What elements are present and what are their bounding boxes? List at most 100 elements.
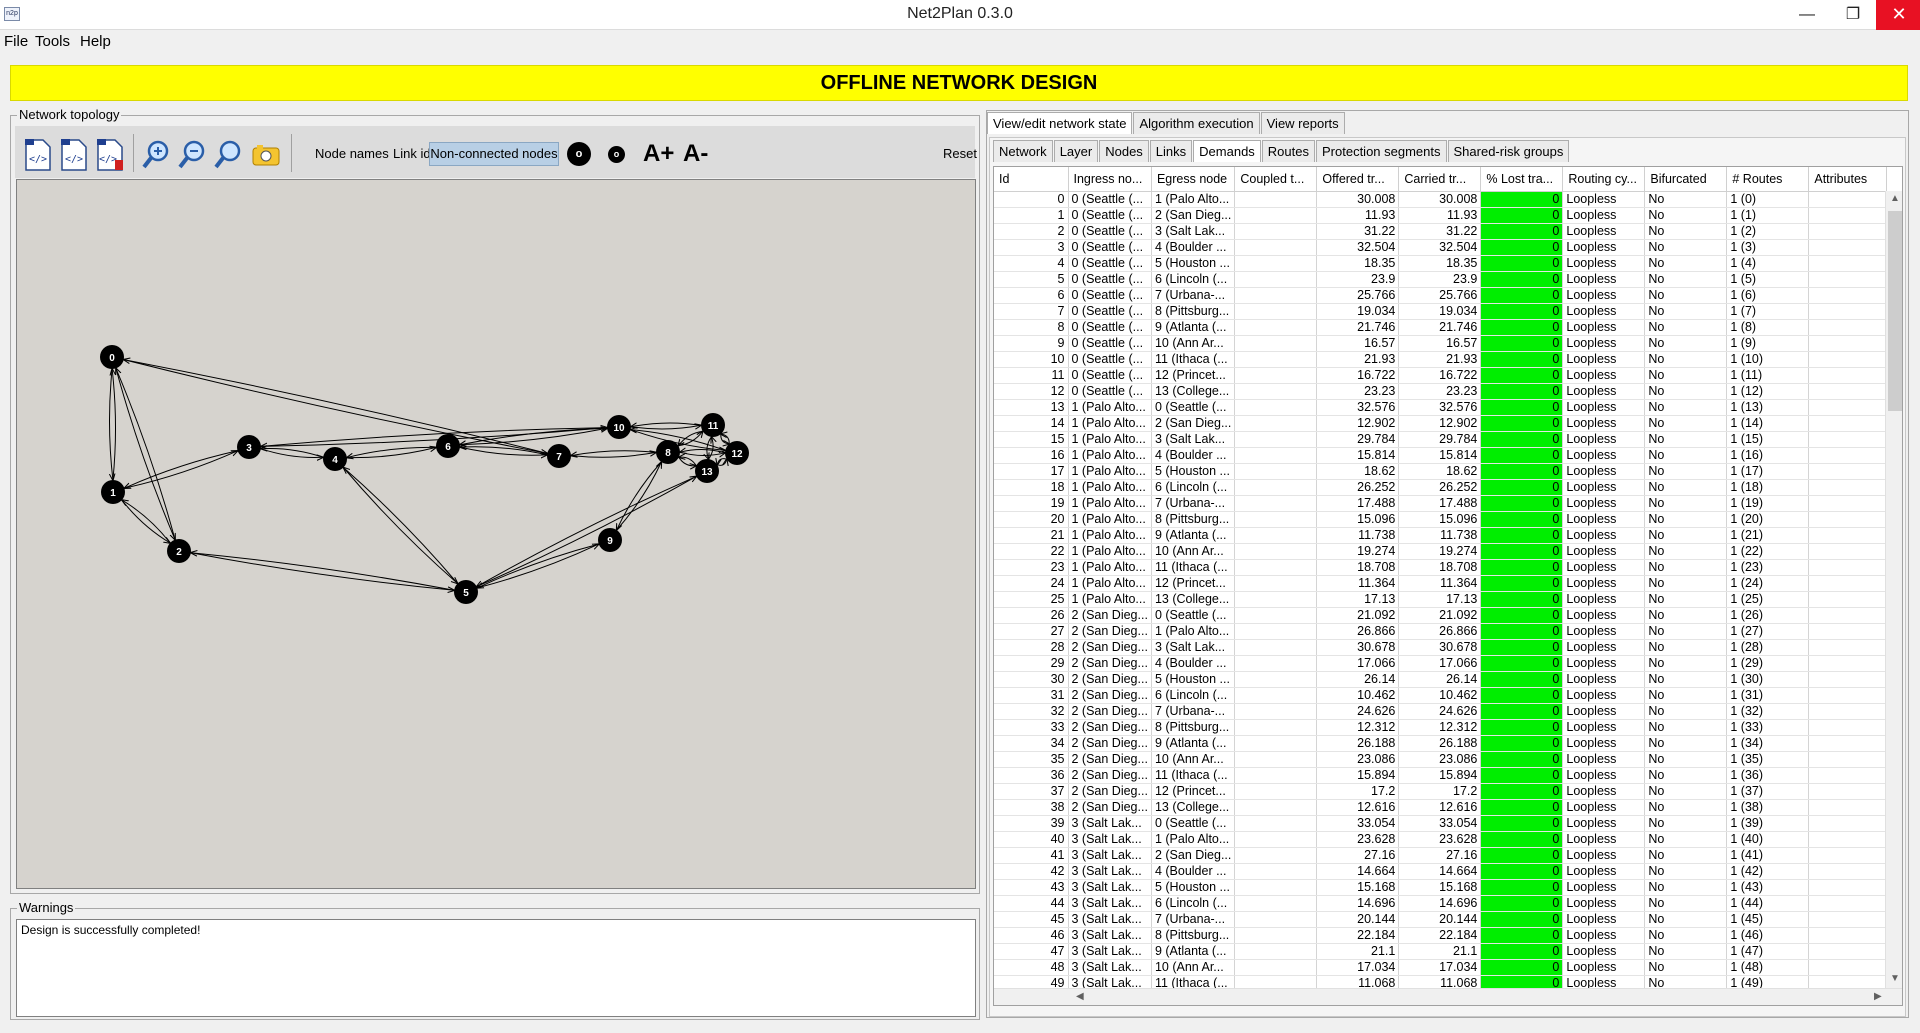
node-1[interactable]: 1 bbox=[101, 480, 125, 504]
link-3-1[interactable] bbox=[124, 450, 238, 488]
non-connected-nodes-toggle[interactable]: Non-connected nodes bbox=[429, 142, 559, 166]
link-6-4[interactable] bbox=[347, 446, 437, 457]
node-12[interactable]: 12 bbox=[725, 441, 749, 465]
menu-help[interactable]: Help bbox=[80, 33, 111, 50]
node-10[interactable]: 10 bbox=[607, 415, 631, 439]
table-row[interactable]: 48 3 (Salt Lak... 10 (Ann Ar... 17.034 17.03… bbox=[994, 959, 1888, 976]
link-5-4[interactable] bbox=[343, 468, 458, 584]
table-row[interactable]: 30 (Seattle (... 4 (Boulder ... 32.504 32.5… bbox=[994, 239, 1888, 256]
table-row[interactable]: 34 2 (San Dieg... 9 (Atlanta (... 26.188 26.… bbox=[994, 735, 1888, 752]
table-row[interactable]: 17 1 (Palo Alto... 5 (Houston ... 18.62 18.6… bbox=[994, 463, 1888, 480]
table-row[interactable]: 23 1 (Palo Alto... 11 (Ithaca (... 18.708 18… bbox=[994, 559, 1888, 576]
column-header[interactable]: # Routes bbox=[1726, 167, 1810, 192]
zoom-out-icon[interactable] bbox=[177, 138, 207, 172]
horizontal-scrollbar[interactable]: ◀ ▶ bbox=[994, 988, 1902, 1005]
column-header[interactable]: Attributes bbox=[1808, 167, 1888, 192]
node-4[interactable]: 4 bbox=[323, 447, 347, 471]
link-7-0[interactable] bbox=[124, 360, 548, 454]
link-2-1[interactable] bbox=[122, 500, 171, 544]
link-0-2[interactable] bbox=[115, 368, 175, 539]
minimize-button[interactable]: — bbox=[1784, 0, 1830, 30]
tab-view-reports[interactable]: View reports bbox=[1260, 112, 1345, 134]
node-6[interactable]: 6 bbox=[436, 434, 460, 458]
link-4-6[interactable] bbox=[346, 447, 436, 459]
table-row[interactable]: 42 3 (Salt Lak... 4 (Boulder ... 14.664 14.6… bbox=[994, 863, 1888, 880]
node-5[interactable]: 5 bbox=[454, 580, 478, 604]
link-13-12[interactable] bbox=[717, 459, 726, 465]
table-row[interactable]: 20 1 (Palo Alto... 8 (Pittsburg... 15.096 15… bbox=[994, 511, 1888, 528]
table-row[interactable]: 50 (Seattle (... 6 (Lincoln (... 23.9 23.9 0… bbox=[994, 271, 1888, 288]
table-row[interactable]: 16 1 (Palo Alto... 4 (Boulder ... 15.814 15.… bbox=[994, 447, 1888, 464]
link-10-6[interactable] bbox=[460, 427, 608, 444]
table-row[interactable]: 70 (Seattle (... 8 (Pittsburg... 19.034 19.… bbox=[994, 303, 1888, 320]
link-1-0[interactable] bbox=[112, 369, 115, 481]
table-row[interactable]: 28 2 (San Dieg... 3 (Salt Lak... 30.678 30.6… bbox=[994, 639, 1888, 656]
tab-layer[interactable]: Layer bbox=[1053, 140, 1099, 162]
topology-canvas[interactable]: 0 1 2 3 4 5 6 7 8 9 10 11 12 13 bbox=[16, 179, 976, 889]
tab-protection-segments[interactable]: Protection segments bbox=[1316, 140, 1447, 162]
table-row[interactable]: 33 2 (San Dieg... 8 (Pittsburg... 12.312 12.… bbox=[994, 719, 1888, 736]
table-row[interactable]: 40 3 (Salt Lak... 1 (Palo Alto... 23.628 23.… bbox=[994, 831, 1888, 848]
table-row[interactable]: 31 2 (San Dieg... 6 (Lincoln (... 10.462 10.… bbox=[994, 687, 1888, 704]
menu-tools[interactable]: Tools bbox=[35, 33, 70, 50]
node-0[interactable]: 0 bbox=[100, 345, 124, 369]
scroll-up-icon[interactable]: ▲ bbox=[1890, 193, 1900, 204]
table-row[interactable]: 80 (Seattle (... 9 (Atlanta (... 21.746 21.… bbox=[994, 319, 1888, 336]
tab-routes[interactable]: Routes bbox=[1261, 140, 1315, 162]
table-row[interactable]: 21 1 (Palo Alto... 9 (Atlanta (... 11.738 11… bbox=[994, 527, 1888, 544]
tab-network[interactable]: Network bbox=[993, 140, 1053, 162]
link-5-9[interactable] bbox=[477, 544, 598, 589]
table-row[interactable]: 43 3 (Salt Lak... 5 (Houston ... 15.168 15.1… bbox=[994, 879, 1888, 896]
link-6-10[interactable] bbox=[459, 428, 607, 446]
vertical-scroll-thumb[interactable] bbox=[1888, 211, 1902, 411]
node-8[interactable]: 8 bbox=[656, 440, 680, 464]
link-12-13[interactable] bbox=[717, 459, 727, 465]
table-row[interactable]: 13 1 (Palo Alto... 0 (Seattle (... 32.576 32… bbox=[994, 399, 1888, 416]
column-header[interactable]: Offered tr... bbox=[1316, 167, 1400, 192]
table-row[interactable]: 25 1 (Palo Alto... 13 (College... 17.13 17.1… bbox=[994, 591, 1888, 608]
column-header[interactable]: Id bbox=[994, 167, 1069, 192]
maximize-button[interactable]: ❐ bbox=[1830, 0, 1876, 30]
table-row[interactable]: 44 3 (Salt Lak... 6 (Lincoln (... 14.696 14.… bbox=[994, 895, 1888, 912]
link-5-13[interactable] bbox=[476, 476, 697, 588]
table-row[interactable]: 36 2 (San Dieg... 11 (Ithaca (... 15.894 15.… bbox=[994, 767, 1888, 784]
scroll-down-icon[interactable]: ▼ bbox=[1890, 973, 1900, 984]
table-row[interactable]: 60 (Seattle (... 7 (Urbana-... 25.766 25.76… bbox=[994, 287, 1888, 304]
link-0-7[interactable] bbox=[123, 359, 548, 454]
scroll-left-icon[interactable]: ◀ bbox=[1076, 991, 1084, 1002]
table-row[interactable]: 20 (Seattle (... 3 (Salt Lak... 31.22 31.22… bbox=[994, 223, 1888, 240]
tab-links[interactable]: Links bbox=[1149, 140, 1193, 162]
tab-demands[interactable]: Demands bbox=[1193, 140, 1261, 162]
scroll-right-icon[interactable]: ▶ bbox=[1874, 991, 1882, 1002]
table-row[interactable]: 29 2 (San Dieg... 4 (Boulder ... 17.066 17.0… bbox=[994, 655, 1888, 672]
node-11[interactable]: 11 bbox=[701, 413, 725, 437]
link-0-1[interactable] bbox=[109, 368, 112, 480]
topology-graph[interactable]: 01234567 8910 111213 bbox=[17, 180, 975, 888]
table-row[interactable]: 38 2 (San Dieg... 13 (College... 12.616 12.6… bbox=[994, 799, 1888, 816]
node-13[interactable]: 13 bbox=[695, 459, 719, 483]
table-row[interactable]: 26 2 (San Dieg... 0 (Seattle (... 21.092 21.… bbox=[994, 607, 1888, 624]
load-design-icon[interactable]: </> bbox=[23, 138, 53, 172]
link-9-8[interactable] bbox=[616, 462, 662, 531]
table-row[interactable]: 00 (Seattle (... 1 (Palo Alto... 30.008 30.… bbox=[994, 191, 1888, 208]
column-header[interactable]: % Lost tra... bbox=[1480, 167, 1564, 192]
link-2-5[interactable] bbox=[190, 552, 454, 591]
table-row[interactable]: 35 2 (San Dieg... 10 (Ann Ar... 23.086 23.08… bbox=[994, 751, 1888, 768]
table-row[interactable]: 30 2 (San Dieg... 5 (Houston ... 26.14 26.14… bbox=[994, 671, 1888, 688]
link-10-11[interactable] bbox=[630, 425, 701, 429]
node-9[interactable]: 9 bbox=[598, 528, 622, 552]
table-row[interactable]: 11 0 (Seattle (... 12 (Princet... 16.722 16.… bbox=[994, 367, 1888, 384]
table-row[interactable]: 27 2 (San Dieg... 1 (Palo Alto... 26.866 26.… bbox=[994, 623, 1888, 640]
table-row[interactable]: 32 2 (San Dieg... 7 (Urbana-... 24.626 24.62… bbox=[994, 703, 1888, 720]
table-row[interactable]: 15 1 (Palo Alto... 3 (Salt Lak... 29.784 29.… bbox=[994, 431, 1888, 448]
tab-algorithm-execution[interactable]: Algorithm execution bbox=[1133, 112, 1260, 134]
close-button[interactable]: ✕ bbox=[1876, 0, 1920, 30]
table-row[interactable]: 24 1 (Palo Alto... 12 (Princet... 11.364 11.… bbox=[994, 575, 1888, 592]
column-header[interactable]: Bifurcated bbox=[1644, 167, 1728, 192]
table-row[interactable]: 12 0 (Seattle (... 13 (College... 23.23 23.2… bbox=[994, 383, 1888, 400]
column-header[interactable]: Ingress no... bbox=[1068, 167, 1152, 192]
decrease-node-size-button[interactable]: o bbox=[608, 146, 625, 163]
column-header[interactable]: Egress node bbox=[1151, 167, 1236, 192]
link-8-12[interactable] bbox=[679, 452, 725, 455]
table-row[interactable]: 47 3 (Salt Lak... 9 (Atlanta (... 21.1 21.1 0… bbox=[994, 943, 1888, 960]
